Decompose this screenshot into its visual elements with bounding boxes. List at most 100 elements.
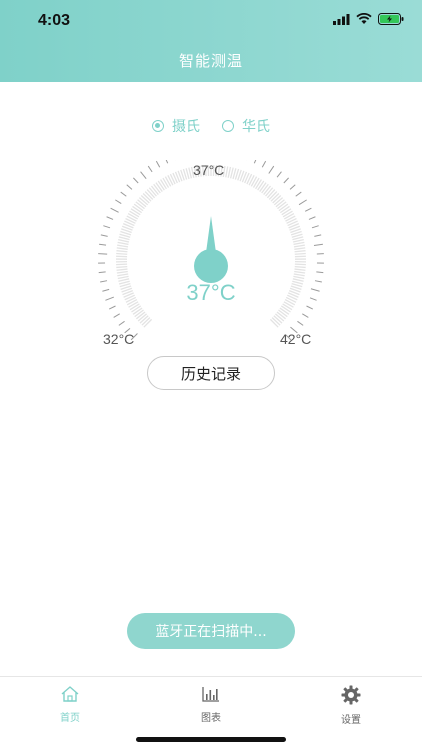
gauge-tick <box>305 208 311 211</box>
gauge-inner-ring-mark <box>117 274 128 276</box>
home-icon <box>60 685 80 703</box>
gauge-tick <box>296 192 302 196</box>
gauge-inner-ring-mark <box>117 269 128 270</box>
temperature-gauge <box>92 160 330 360</box>
gauge-inner-ring-mark <box>134 204 143 210</box>
gauge-tick <box>290 185 295 190</box>
gauge-inner-ring-mark <box>163 178 169 187</box>
gauge-top-label: 37°C <box>193 162 224 178</box>
gauge-tick <box>99 244 106 245</box>
gauge-inner-ring-mark <box>282 209 291 215</box>
gauge-inner-ring-mark <box>151 186 158 195</box>
gauge-tick <box>314 244 323 245</box>
gauge-inner-ring-mark <box>138 314 146 321</box>
unit-option-fahrenheit[interactable]: 华氏 <box>222 116 270 136</box>
gauge-inner-ring-mark <box>294 272 305 274</box>
tab-home[interactable]: 首页 <box>40 685 100 724</box>
gauge-min-label: 32°C <box>103 331 134 347</box>
gauge-inner-ring-mark <box>149 188 156 196</box>
gauge-inner-ring-mark <box>271 193 279 201</box>
gauge-inner-ring-mark <box>118 240 129 242</box>
gauge-inner-ring-mark <box>145 192 153 200</box>
gauge-tick <box>114 314 120 318</box>
gauge-inner-ring-mark <box>226 166 228 177</box>
gauge-inner-ring-mark <box>117 245 128 247</box>
current-temperature: 37°C <box>0 280 422 306</box>
radio-checked-icon <box>152 120 164 132</box>
gauge-inner-ring-mark <box>144 319 152 327</box>
gauge-inner-ring-mark <box>118 276 129 278</box>
gauge-inner-ring-mark <box>293 240 304 242</box>
gauge-inner-ring-mark <box>270 319 278 327</box>
gauge-tick <box>103 226 110 228</box>
gauge-inner-ring-mark <box>277 202 286 209</box>
bluetooth-scan-status: 蓝牙正在扫描中... <box>127 613 295 649</box>
gauge-inner-ring-mark <box>158 181 164 190</box>
gauge-inner-ring-mark <box>118 242 129 244</box>
gauge-tick <box>312 226 319 228</box>
gauge-inner-ring-mark <box>135 310 144 317</box>
unit-label-celsius: 摄氏 <box>172 116 200 136</box>
gauge-inner-ring-mark <box>136 202 145 209</box>
gauge-inner-ring-mark <box>116 264 127 265</box>
gauge-tick <box>269 166 274 173</box>
gauge-inner-ring-mark <box>294 248 305 249</box>
gauge-inner-ring-mark <box>253 178 259 187</box>
gauge-inner-ring-mark <box>266 188 273 196</box>
gauge-inner-ring-mark <box>272 318 280 326</box>
home-indicator <box>136 737 286 742</box>
gauge-tick <box>307 306 313 309</box>
gauge-max-label: 42°C <box>280 331 311 347</box>
gauge-inner-ring-mark <box>119 237 130 240</box>
gauge-inner-ring-mark <box>140 316 148 323</box>
gauge-inner-ring-mark <box>295 269 306 270</box>
tab-settings-label: 设置 <box>321 711 381 726</box>
gauge-inner-ring-mark <box>142 318 150 326</box>
tab-home-label: 首页 <box>40 709 100 724</box>
gauge-inner-ring-mark <box>260 183 266 192</box>
gauge-tick <box>111 208 119 212</box>
gauge-tick <box>98 254 107 255</box>
status-icons <box>333 13 404 25</box>
gauge-inner-ring-mark <box>143 193 151 201</box>
gauge-tick <box>127 185 132 190</box>
gauge-tick <box>262 161 265 167</box>
gauge-tick <box>316 272 323 273</box>
unit-toggle: 摄氏 华氏 <box>0 116 422 136</box>
gauge-inner-ring-mark <box>228 167 230 178</box>
gauge-inner-ring-mark <box>116 253 127 254</box>
gauge-inner-ring-mark <box>133 308 142 314</box>
gauge-inner-ring-mark <box>267 190 274 198</box>
gauge-inner-ring-mark <box>189 168 192 179</box>
gear-icon <box>341 685 361 705</box>
gauge-inner-ring-mark <box>117 272 128 274</box>
gauge-inner-ring-mark <box>274 198 282 205</box>
gauge-inner-ring-mark <box>280 206 289 212</box>
gauge-tick <box>107 217 113 220</box>
gauge-inner-ring-mark <box>116 251 127 252</box>
gauge-inner-ring-mark <box>139 198 147 205</box>
gauge-tick <box>121 192 127 196</box>
gauge-inner-ring-mark <box>294 274 305 276</box>
gauge-inner-ring-mark <box>295 267 306 268</box>
gauge-tick <box>165 160 168 163</box>
gauge-inner-ring-mark <box>130 211 139 217</box>
gauge-inner-ring-mark <box>283 211 292 217</box>
gauge-inner-ring-mark <box>273 196 281 203</box>
gauge-inner-ring-mark <box>141 196 149 203</box>
gauge-tick <box>277 172 281 177</box>
app-header: 4:03 智能测温 <box>0 0 422 82</box>
tab-chart[interactable]: 图表 <box>181 685 241 724</box>
tab-settings[interactable]: 设置 <box>321 685 381 726</box>
gauge-inner-ring-mark <box>295 264 306 265</box>
unit-option-celsius[interactable]: 摄氏 <box>152 116 200 136</box>
gauge-inner-ring-mark <box>116 267 127 268</box>
history-button[interactable]: 历史记录 <box>147 356 275 390</box>
gauge-tick <box>299 200 307 205</box>
gauge-inner-ring-mark <box>131 306 140 312</box>
gauge-inner-ring-mark <box>294 242 305 244</box>
status-time: 4:03 <box>38 12 70 30</box>
gauge-inner-ring-mark <box>294 245 305 247</box>
gauge-inner-ring-mark <box>295 251 306 252</box>
gauge-inner-ring-mark <box>133 206 142 212</box>
